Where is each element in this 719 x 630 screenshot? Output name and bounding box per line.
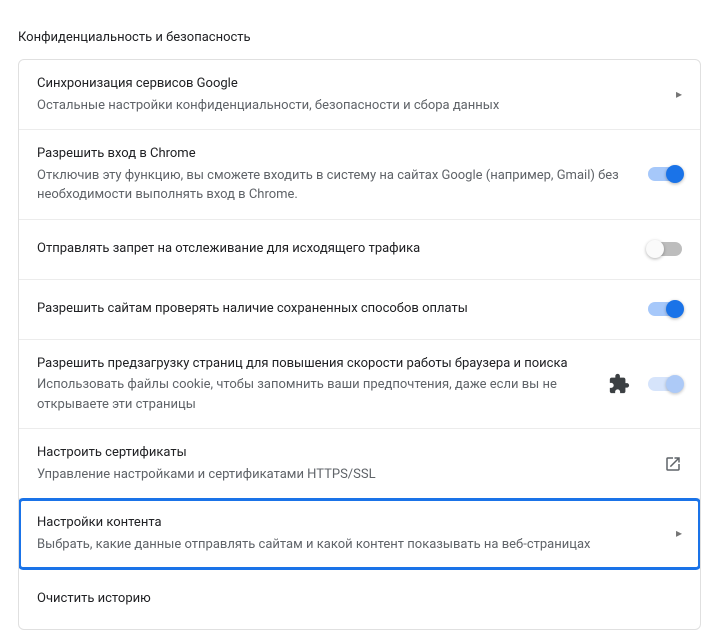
allow-chrome-signin-row: Разрешить вход в Chrome Отключив эту фун… <box>19 130 700 220</box>
row-title: Отправлять запрет на отслеживание для ис… <box>37 239 632 259</box>
row-title: Настроить сертификаты <box>37 443 648 463</box>
privacy-panel: Синхронизация сервисов Google Остальные … <box>18 59 701 630</box>
extension-icon <box>608 373 630 395</box>
chevron-right-icon <box>676 526 682 541</box>
payment-check-toggle[interactable] <box>648 302 682 316</box>
row-title: Разрешить предзагрузку страниц для повыш… <box>37 354 592 374</box>
payment-check-row: Разрешить сайтам проверять наличие сохра… <box>19 280 700 340</box>
preload-pages-toggle[interactable] <box>648 377 682 391</box>
content-settings-row[interactable]: Настройки контента Выбрать, какие данные… <box>19 499 700 569</box>
row-title: Разрешить сайтам проверять наличие сохра… <box>37 299 632 319</box>
allow-chrome-signin-toggle[interactable] <box>648 167 682 181</box>
open-external-icon <box>664 455 682 473</box>
sync-google-services-row[interactable]: Синхронизация сервисов Google Остальные … <box>19 60 700 130</box>
row-title: Очистить историю <box>37 589 666 609</box>
section-title: Конфиденциальность и безопасность <box>18 16 701 59</box>
do-not-track-toggle[interactable] <box>648 242 682 256</box>
row-desc: Выбрать, какие данные отправлять сайтам … <box>37 535 660 555</box>
preload-pages-row: Разрешить предзагрузку страниц для повыш… <box>19 340 700 430</box>
manage-certificates-row[interactable]: Настроить сертификаты Управление настрой… <box>19 429 700 499</box>
clear-history-row[interactable]: Очистить историю <box>19 569 700 629</box>
do-not-track-row: Отправлять запрет на отслеживание для ис… <box>19 220 700 280</box>
chevron-right-icon <box>676 87 682 102</box>
row-title: Разрешить вход в Chrome <box>37 144 632 164</box>
row-desc: Управление настройками и сертификатами H… <box>37 465 648 485</box>
row-title: Настройки контента <box>37 513 660 533</box>
row-desc: Остальные настройки конфиденциальности, … <box>37 96 660 116</box>
row-desc: Отключив эту функцию, вы сможете входить… <box>37 166 632 205</box>
row-desc: Использовать файлы cookie, чтобы запомни… <box>37 375 592 414</box>
row-title: Синхронизация сервисов Google <box>37 74 660 94</box>
